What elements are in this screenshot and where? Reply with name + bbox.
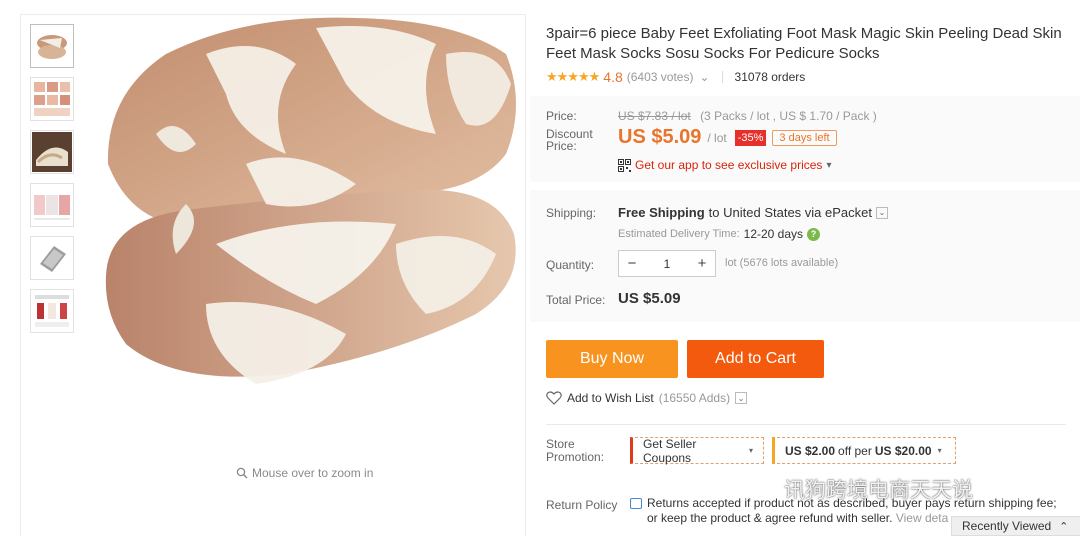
watermark: 讯狗跨境电商天天说 (752, 474, 973, 504)
return-policy-icon (630, 498, 642, 509)
total-price-value: US $5.09 (618, 290, 681, 307)
buy-now-button[interactable]: Buy Now (546, 340, 678, 378)
view-details-link[interactable]: View deta (896, 511, 948, 525)
original-price: US $7.83 / lot (3 Packs / lot , US $ 1.7… (618, 109, 877, 123)
rating-row: ★★★★★ 4.8 (6403 votes) ⌄ 31078 orders (546, 68, 805, 86)
discount-percent-badge: -35% (734, 129, 767, 146)
shipping-value: Free Shipping to United States via ePack… (618, 205, 888, 220)
get-seller-coupons-button[interactable]: Get Seller Coupons ▾ (630, 436, 764, 465)
price-label: Price: (546, 109, 577, 123)
recently-viewed-label: Recently Viewed (962, 519, 1052, 533)
wechat-icon (752, 479, 778, 499)
discount-price-value: US $5.09 (618, 126, 702, 148)
product-gallery: Mouse over to zoom in (0, 0, 530, 536)
product-title: 3pair=6 piece Baby Feet Exfoliating Foot… (546, 25, 1062, 62)
heart-icon (546, 391, 562, 405)
shipping-label: Shipping: (546, 206, 597, 220)
votes-dropdown-icon[interactable]: ⌄ (699, 70, 709, 84)
recently-viewed-caret-icon: ⌃ (1059, 520, 1069, 533)
thumbnail-list (30, 24, 76, 342)
app-promo-link[interactable]: Get our app to see exclusive prices ▾ (618, 158, 831, 172)
help-icon[interactable]: ? (807, 227, 821, 241)
estimated-delivery-label: Estimated Delivery Time: (618, 228, 740, 240)
product-details: 3pair=6 piece Baby Feet Exfoliating Foot… (530, 0, 1080, 536)
shipping-dropdown-icon[interactable]: ⌄ (875, 206, 888, 219)
original-price-note: (3 Packs / lot , US $ 1.70 / Pack ) (700, 109, 877, 123)
estimated-delivery: Estimated Delivery Time: 12-20 days ? (618, 227, 821, 241)
deal-threshold: US $20.00 (874, 443, 932, 458)
quantity-increase-button[interactable]: + (689, 255, 715, 272)
total-price-label: Total Price: (546, 293, 606, 307)
thumbnail-4[interactable] (30, 183, 74, 227)
quantity-input[interactable]: 1 (645, 257, 689, 271)
thumbnail-1[interactable] (30, 24, 74, 68)
seller-coupons-caret-icon: ▾ (748, 446, 753, 455)
zoom-hint: Mouse over to zoom in (236, 466, 373, 480)
return-policy-label: Return Policy (546, 498, 618, 512)
thumbnail-6[interactable] (30, 289, 74, 333)
store-promotion-label: Store Promotion: (546, 437, 605, 464)
watermark-text: 讯狗跨境电商天天说 (784, 478, 973, 502)
price-section: Price: US $7.83 / lot (3 Packs / lot , U… (530, 96, 1080, 182)
original-price-value: US $7.83 / lot (618, 109, 691, 123)
thumbnail-3[interactable] (30, 130, 74, 174)
shipping-destination: to United States via ePacket (708, 205, 872, 220)
shipping-section: Shipping: Free Shipping to United States… (530, 190, 1080, 322)
magnifier-icon (236, 467, 248, 479)
qr-code-icon (618, 158, 631, 172)
recently-viewed-tab[interactable]: Recently Viewed ⌃ (951, 516, 1080, 536)
zoom-hint-text: Mouse over to zoom in (252, 466, 374, 480)
price-unit: / lot (707, 130, 727, 145)
free-shipping-text: Free Shipping (618, 205, 705, 220)
section-divider (546, 424, 1066, 425)
quantity-stepper: − 1 + (618, 250, 716, 277)
seller-coupons-label: Get Seller Coupons (643, 436, 697, 465)
lots-available: lot (5676 lots available) (725, 257, 839, 269)
app-promo-caret-icon: ▾ (826, 159, 832, 171)
votes-count[interactable]: (6403 votes) (627, 70, 694, 84)
discount-price: US $5.09 / lot -35% 3 days left (618, 126, 837, 149)
thumbnail-2[interactable] (30, 77, 74, 121)
add-to-wish-list[interactable]: Add to Wish List (16550 Adds) ⌄ (546, 391, 748, 405)
star-rating-icon[interactable]: ★★★★★ (546, 69, 600, 85)
discount-price-label: Discount Price: (546, 127, 593, 153)
rating-divider (721, 71, 723, 83)
quantity-decrease-button[interactable]: − (619, 255, 645, 272)
add-to-cart-button[interactable]: Add to Cart (687, 340, 824, 378)
thumbnail-5[interactable] (30, 236, 74, 280)
orders-count: 31078 orders (734, 70, 806, 84)
deal-amount: US $2.00 (785, 443, 836, 458)
wish-list-count: (16550 Adds) (658, 391, 731, 405)
wish-list-label: Add to Wish List (567, 391, 654, 405)
estimated-delivery-days: 12-20 days (743, 227, 804, 241)
store-deal-dropdown[interactable]: US $2.00 off per US $20.00 ▾ (772, 437, 956, 464)
wish-list-dropdown-icon[interactable]: ⌄ (735, 392, 748, 404)
days-left-badge: 3 days left (772, 129, 837, 146)
rating-value: 4.8 (603, 69, 623, 85)
app-promo-text: Get our app to see exclusive prices (635, 158, 823, 172)
quantity-label: Quantity: (546, 258, 595, 272)
main-product-image[interactable] (96, 14, 528, 394)
deal-mid-text: off per (838, 443, 872, 458)
deal-caret-icon: ▾ (937, 446, 942, 455)
